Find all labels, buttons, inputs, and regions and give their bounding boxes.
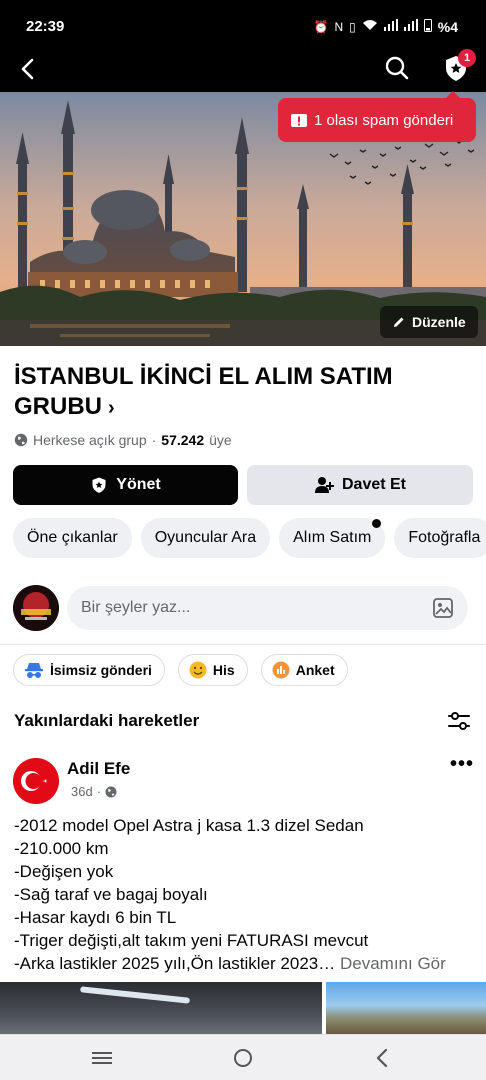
- post-line: -Değişen yok: [14, 862, 114, 881]
- chip-label: His: [212, 662, 235, 678]
- invite-label: Davet Et: [341, 476, 407, 493]
- smiley-icon: [189, 661, 207, 679]
- back-arrow-icon[interactable]: [14, 54, 42, 84]
- chip-label: Anket: [295, 662, 335, 678]
- tab-label: Öne çıkanlar: [27, 529, 118, 546]
- post-time-text: 36d: [71, 784, 93, 799]
- meta-separator: ·: [151, 432, 157, 448]
- edit-cover-button[interactable]: Düzenle: [380, 306, 478, 338]
- spam-tooltip[interactable]: 1 olası spam gönderi: [278, 91, 476, 142]
- status-icons: ⏰ N ▯ %4: [314, 18, 458, 35]
- post-composer-input[interactable]: Bir şeyler yaz...: [67, 586, 468, 630]
- group-privacy: Herkese açık grup: [33, 432, 147, 448]
- post-line: -Arka lastikler 2025 yılı,Ön lastikler 2…: [14, 954, 336, 973]
- chip-label: İsimsiz gönderi: [50, 662, 152, 678]
- battery-text: %4: [437, 18, 458, 35]
- wifi-icon: [362, 19, 378, 34]
- globe-icon: [105, 786, 117, 797]
- notification-badge: 1: [458, 49, 476, 67]
- post-line: -Sağ taraf ve bagaj boyalı: [14, 885, 208, 904]
- tab-find-players[interactable]: Oyuncular Ara: [140, 518, 271, 558]
- pencil-icon: [394, 317, 404, 327]
- post-photo[interactable]: [326, 982, 486, 1034]
- unread-dot: [372, 519, 382, 528]
- tab-featured[interactable]: Öne çıkanlar: [13, 518, 132, 558]
- divider: [0, 644, 486, 645]
- photo-icon[interactable]: [432, 597, 454, 619]
- tab-label: Oyuncular Ara: [154, 529, 257, 546]
- anonymous-post-chip[interactable]: İsimsiz gönderi: [13, 654, 165, 686]
- post-images: [0, 982, 486, 1034]
- status-time: 22:39: [26, 18, 65, 35]
- tab-label: Fotoğrafla: [408, 529, 481, 546]
- post-line: -Triger değişti,alt takım yeni FATURASI …: [14, 931, 369, 950]
- feeling-chip[interactable]: His: [177, 654, 248, 686]
- post-body: -2012 model Opel Astra j kasa 1.3 dizel …: [14, 814, 474, 975]
- group-meta: Herkese açık grup · 57.242 üye: [14, 432, 232, 448]
- tab-label: Alım Satım: [293, 529, 372, 546]
- anonymous-icon: [25, 663, 43, 678]
- section-title: Yakınlardaki hareketler: [14, 711, 200, 730]
- alarm-icon: ⏰: [313, 19, 329, 34]
- post-line-last: -Arka lastikler 2025 yılı,Ön lastikler 2…: [14, 952, 474, 975]
- invite-button[interactable]: Davet Et: [247, 465, 473, 505]
- manage-label: Yönet: [116, 476, 161, 493]
- spam-tooltip-text: 1 olası spam gönderi: [314, 111, 454, 129]
- admin-shield-icon: [92, 477, 106, 493]
- system-navigation-bar: [0, 1034, 486, 1080]
- nfc-icon: N: [334, 19, 344, 34]
- composer-placeholder: Bir şeyler yaz...: [81, 599, 191, 616]
- signal-icon: [383, 19, 398, 34]
- filter-icon[interactable]: [446, 710, 472, 732]
- vibrate-icon: ▯: [349, 19, 356, 34]
- recent-apps-icon[interactable]: [88, 1045, 116, 1071]
- warning-icon: [291, 114, 307, 127]
- see-more-link[interactable]: Devamını Gör: [340, 954, 446, 973]
- manage-button[interactable]: Yönet: [13, 465, 238, 505]
- poll-chip[interactable]: Anket: [260, 654, 348, 686]
- group-title-text: İSTANBUL İKİNCİ EL ALIM SATIM GRUBU: [14, 363, 393, 420]
- post-photo[interactable]: [0, 982, 322, 1034]
- post-line: -210.000 km: [14, 839, 109, 858]
- post-author-avatar[interactable]: [13, 758, 59, 804]
- group-tabs: Öne çıkanlar Oyuncular Ara Alım Satım Fo…: [13, 518, 486, 558]
- meta-separator: ·: [96, 784, 102, 799]
- poll-icon: [272, 661, 290, 679]
- profile-picture: [13, 585, 59, 631]
- member-count: 57.242: [161, 432, 205, 448]
- top-navigation: 1: [0, 48, 486, 92]
- turkish-flag-avatar: [13, 758, 59, 804]
- edit-cover-label: Düzenle: [412, 314, 466, 330]
- globe-icon: [14, 433, 28, 447]
- chevron-right-icon: ›: [108, 397, 115, 419]
- home-icon[interactable]: [229, 1045, 257, 1071]
- add-person-icon: [314, 477, 334, 493]
- post-timestamp: 36d ·: [71, 784, 117, 799]
- post-line: -Hasar kaydı 6 bin TL: [14, 908, 177, 927]
- post-author-name[interactable]: Adil Efe: [67, 759, 130, 779]
- avatar[interactable]: [13, 585, 59, 631]
- post-line: -2012 model Opel Astra j kasa 1.3 dizel …: [14, 816, 364, 835]
- member-label: üye: [209, 432, 232, 448]
- post-type-chips: İsimsiz gönderi His Anket: [13, 654, 348, 686]
- post-more-options-icon[interactable]: •••: [450, 753, 474, 776]
- group-title[interactable]: İSTANBUL İKİNCİ EL ALIM SATIM GRUBU ›: [14, 362, 454, 423]
- tab-photos[interactable]: Fotoğrafla: [394, 518, 486, 558]
- search-icon[interactable]: [382, 53, 412, 83]
- back-icon[interactable]: [369, 1045, 397, 1071]
- signal-icon: [403, 19, 418, 34]
- tab-buy-sell[interactable]: Alım Satım: [279, 518, 386, 558]
- status-bar: 22:39 ⏰ N ▯ %4: [0, 0, 486, 48]
- battery-icon: [423, 18, 432, 35]
